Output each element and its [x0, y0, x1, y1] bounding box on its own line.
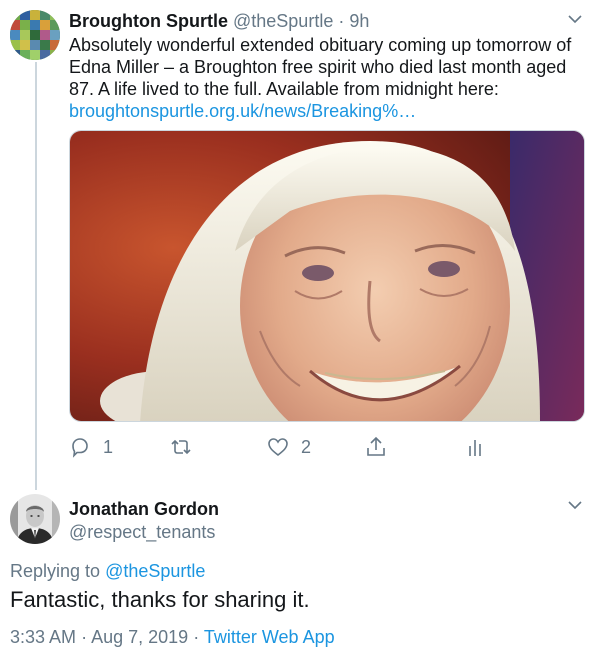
- author-handle[interactable]: @theSpurtle: [233, 11, 333, 31]
- retweet-action[interactable]: [169, 436, 193, 458]
- tweet-actions: 1 2: [69, 436, 585, 464]
- tweet-body: Absolutely wonderful extended obituary c…: [69, 34, 585, 122]
- reply-author-name[interactable]: Jonathan Gordon: [69, 498, 219, 520]
- tweet-header: Broughton Spurtle @theSpurtle · 9h: [69, 10, 576, 32]
- retweet-icon: [171, 439, 191, 455]
- portrait-photo: [70, 131, 584, 421]
- reply-action[interactable]: 1: [69, 436, 113, 458]
- analytics-icon: [469, 440, 481, 456]
- share-icon: [367, 436, 385, 456]
- article-link[interactable]: broughtonspurtle.org.uk/news/Breaking%…: [69, 101, 416, 121]
- chevron-down-icon[interactable]: [568, 14, 582, 24]
- tweet-text: Absolutely wonderful extended obituary c…: [69, 35, 572, 99]
- reply-meta: 3:33 AM · Aug 7, 2019 · Twitter Web App: [10, 626, 335, 648]
- meta-separator: ·: [81, 627, 88, 647]
- meta-separator: ·: [193, 627, 200, 647]
- thread-line: [35, 62, 37, 490]
- chevron-down-icon[interactable]: [568, 500, 582, 510]
- reply-icon: [72, 438, 88, 458]
- reply-text: Fantastic, thanks for sharing it.: [10, 587, 310, 612]
- reply-time[interactable]: 3:33 AM: [10, 627, 76, 647]
- jonathan-gordon-avatar[interactable]: [10, 494, 60, 544]
- reply-count: 1: [103, 436, 114, 457]
- analytics-action[interactable]: [465, 436, 487, 458]
- broughton-spurtle-avatar[interactable]: [10, 10, 60, 60]
- like-count: 2: [301, 436, 312, 457]
- mosaic-logo: [10, 10, 60, 60]
- replying-prefix: Replying to: [10, 561, 101, 581]
- tweet-photo[interactable]: [69, 130, 585, 422]
- separator-dot: ·: [338, 11, 345, 31]
- profile-photo: [10, 494, 60, 544]
- like-icon: [268, 438, 288, 457]
- author-name[interactable]: Broughton Spurtle: [69, 11, 228, 31]
- tweet-time[interactable]: 9h: [349, 11, 369, 31]
- reply-source[interactable]: Twitter Web App: [204, 627, 335, 647]
- share-action[interactable]: [365, 436, 387, 458]
- replying-mention[interactable]: @theSpurtle: [105, 561, 205, 581]
- replying-to: Replying to @theSpurtle: [10, 560, 205, 582]
- reply-author-handle[interactable]: @respect_tenants: [69, 521, 215, 543]
- reply-date[interactable]: Aug 7, 2019: [91, 627, 188, 647]
- like-action[interactable]: 2: [267, 436, 311, 458]
